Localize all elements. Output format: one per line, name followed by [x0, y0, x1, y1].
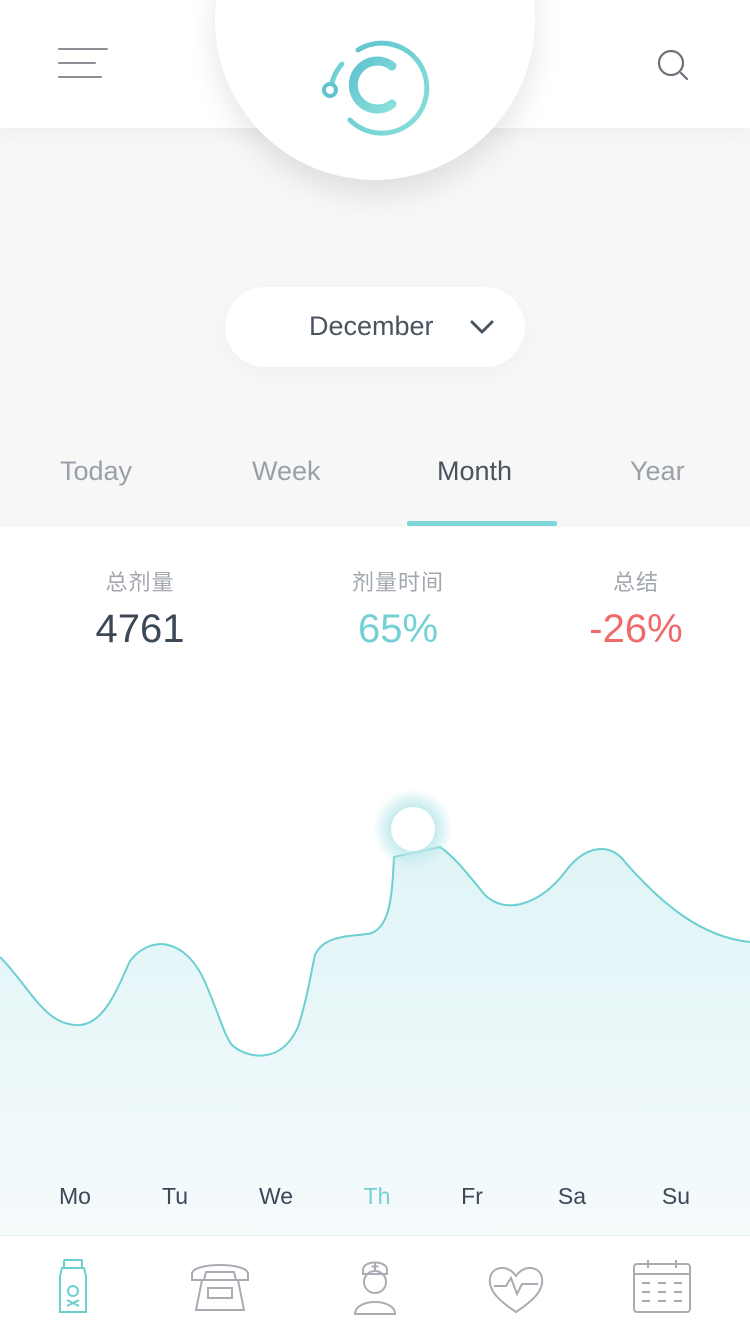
x-tick-label: Fr	[461, 1183, 483, 1209]
tab-month[interactable]: Month	[437, 456, 512, 487]
tab-year[interactable]: Year	[630, 456, 685, 487]
tab-today[interactable]: Today	[60, 456, 132, 487]
telephone-icon[interactable]	[188, 1258, 252, 1318]
area-fill	[0, 847, 750, 1235]
nurse-icon[interactable]	[343, 1258, 407, 1318]
medicine-bottle-icon[interactable]	[42, 1258, 106, 1318]
heart-pulse-icon[interactable]	[484, 1258, 548, 1318]
period-tabs: Today Week Month Year	[0, 440, 750, 528]
logo-badge[interactable]	[215, 0, 535, 180]
month-dropdown[interactable]: December	[225, 287, 525, 367]
c-orbit-logo-icon	[322, 40, 430, 136]
hamburger-menu-icon[interactable]	[58, 46, 110, 82]
highlight-point[interactable]	[391, 807, 435, 851]
x-tick-label: Su	[661, 1183, 691, 1209]
stats-panel: 总剂量 4761 剂量时间 65% 总结 -26% Mo Tu We Th Fr	[0, 527, 750, 1235]
x-axis-days: Mo Tu We Th Fr Sa Su	[0, 1183, 750, 1223]
month-dropdown-value: December	[309, 311, 434, 341]
calendar-icon[interactable]	[630, 1258, 694, 1318]
bottom-navigation	[0, 1235, 750, 1334]
chevron-down-icon	[470, 320, 494, 334]
x-tick-label: Tu	[162, 1183, 188, 1209]
x-tick-label-active: Th	[363, 1183, 391, 1209]
x-tick-label: We	[258, 1183, 294, 1209]
weekly-area-chart	[0, 789, 750, 1235]
tab-week[interactable]: Week	[252, 456, 321, 487]
search-icon[interactable]	[652, 44, 694, 86]
x-tick-label: Sa	[557, 1183, 587, 1209]
active-tab-indicator	[407, 521, 557, 526]
x-tick-label: Mo	[59, 1183, 91, 1209]
